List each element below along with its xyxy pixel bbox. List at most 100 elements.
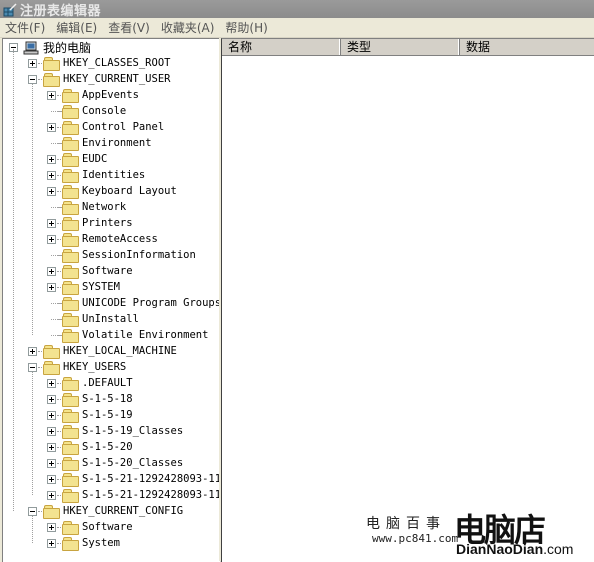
tree-connector-line bbox=[57, 446, 61, 448]
tree-node-label: UnInstall bbox=[82, 313, 139, 325]
menu-file[interactable]: 文件(F) bbox=[0, 19, 51, 36]
expand-toggle[interactable] bbox=[47, 442, 56, 452]
menu-help[interactable]: 帮助(H) bbox=[220, 19, 273, 36]
tree-node[interactable]: SYSTEM bbox=[47, 279, 120, 295]
folder-icon bbox=[62, 520, 79, 535]
tree-node[interactable]: S-1-5-18 bbox=[47, 391, 133, 407]
expand-toggle[interactable] bbox=[47, 394, 56, 404]
expand-toggle[interactable] bbox=[47, 122, 56, 132]
tree-connector-line bbox=[57, 286, 61, 288]
tree-node[interactable]: AppEvents bbox=[47, 87, 139, 103]
expand-toggle[interactable] bbox=[47, 490, 56, 500]
tree-node[interactable]: Network bbox=[47, 199, 126, 215]
expand-toggle[interactable] bbox=[47, 378, 56, 388]
tree-node[interactable]: S-1-5-19 bbox=[47, 407, 133, 423]
folder-icon bbox=[62, 216, 79, 231]
tree-node[interactable]: Console bbox=[47, 103, 126, 119]
tree-node[interactable]: Software bbox=[47, 519, 133, 535]
column-header-type[interactable]: 类型 bbox=[341, 39, 460, 55]
tree-node[interactable]: RemoteAccess bbox=[47, 231, 158, 247]
tree-node[interactable]: Identities bbox=[47, 167, 145, 183]
expand-toggle[interactable] bbox=[47, 266, 56, 276]
expand-toggle[interactable] bbox=[47, 154, 56, 164]
expand-toggle[interactable] bbox=[47, 458, 56, 468]
expand-toggle[interactable] bbox=[47, 538, 56, 548]
collapse-toggle[interactable] bbox=[28, 506, 37, 516]
tree-node[interactable]: S-1-5-21-1292428093-11 bbox=[47, 487, 220, 503]
folder-icon bbox=[62, 408, 79, 423]
expand-toggle[interactable] bbox=[47, 234, 56, 244]
menu-favorites[interactable]: 收藏夹(A) bbox=[156, 19, 221, 36]
tree-node-label: S-1-5-20 bbox=[82, 441, 133, 453]
expand-toggle[interactable] bbox=[47, 186, 56, 196]
tree-node[interactable]: S-1-5-19_Classes bbox=[47, 423, 183, 439]
expand-toggle[interactable] bbox=[47, 410, 56, 420]
list-header: 名称 类型 数据 bbox=[222, 39, 594, 56]
tree-node[interactable]: S-1-5-20_Classes bbox=[47, 455, 183, 471]
tree-connector-line bbox=[57, 398, 61, 400]
registry-tree[interactable]: 我的电脑 HKEY_CLASSES_ROOT HKEY_CURRENT_USER A… bbox=[2, 38, 221, 562]
tree-node-label: System bbox=[82, 537, 120, 549]
tree-connector-line bbox=[57, 238, 61, 240]
tree-connector-line bbox=[57, 110, 61, 112]
tree-node[interactable]: UnInstall bbox=[47, 311, 139, 327]
expand-toggle[interactable] bbox=[47, 170, 56, 180]
expand-toggle[interactable] bbox=[47, 218, 56, 228]
collapse-toggle[interactable] bbox=[28, 74, 37, 84]
tree-node[interactable]: Printers bbox=[47, 215, 133, 231]
tree-connector-line bbox=[38, 350, 42, 352]
tree-node-label: Software bbox=[82, 521, 133, 533]
expand-toggle[interactable] bbox=[28, 346, 37, 356]
folder-icon bbox=[43, 56, 60, 71]
tree-node[interactable]: S-1-5-21-1292428093-11 bbox=[47, 471, 220, 487]
folder-icon bbox=[62, 392, 79, 407]
expand-toggle[interactable] bbox=[47, 426, 56, 436]
tree-node[interactable]: SessionInformation bbox=[47, 247, 196, 263]
watermark-site-url: www.pc841.com bbox=[372, 532, 459, 545]
tree-connector-line bbox=[57, 542, 61, 544]
folder-icon bbox=[62, 184, 79, 199]
tree-node[interactable]: UNICODE Program Groups bbox=[47, 295, 220, 311]
collapse-toggle[interactable] bbox=[28, 362, 37, 372]
folder-icon bbox=[62, 136, 79, 151]
tree-node[interactable]: System bbox=[47, 535, 120, 551]
expand-toggle[interactable] bbox=[47, 522, 56, 532]
tree-node-label: Console bbox=[82, 105, 127, 117]
folder-icon bbox=[62, 536, 79, 551]
tree-node-label: SYSTEM bbox=[82, 281, 120, 293]
tree-node[interactable]: HKEY_LOCAL_MACHINE bbox=[28, 343, 177, 359]
tree-root-my-computer[interactable]: 我的电脑 bbox=[9, 39, 91, 55]
tree-node[interactable]: Environment bbox=[47, 135, 152, 151]
tree-node[interactable]: S-1-5-20 bbox=[47, 439, 133, 455]
menu-edit[interactable]: 编辑(E) bbox=[51, 19, 103, 36]
tree-connector-line bbox=[57, 206, 61, 208]
tree-connector-line bbox=[57, 302, 61, 304]
tree-node[interactable]: HKEY_CURRENT_USER bbox=[28, 71, 170, 87]
expand-toggle[interactable] bbox=[47, 282, 56, 292]
tree-node[interactable]: HKEY_CURRENT_CONFIG bbox=[28, 503, 183, 519]
expand-toggle[interactable] bbox=[47, 90, 56, 100]
tree-node[interactable]: EUDC bbox=[47, 151, 107, 167]
tree-node[interactable]: HKEY_CLASSES_ROOT bbox=[28, 55, 170, 71]
window-title: 注册表编辑器 bbox=[20, 3, 102, 19]
tree-node[interactable]: .DEFAULT bbox=[47, 375, 133, 391]
tree-node[interactable]: HKEY_USERS bbox=[28, 359, 126, 375]
column-header-data[interactable]: 数据 bbox=[460, 39, 594, 55]
tree-node[interactable]: Control Panel bbox=[47, 119, 164, 135]
value-list[interactable]: 名称 类型 数据 bbox=[221, 38, 594, 562]
expand-toggle[interactable] bbox=[28, 58, 37, 68]
folder-icon bbox=[62, 168, 79, 183]
tree-node[interactable]: Keyboard Layout bbox=[47, 183, 177, 199]
tree-node-label: HKEY_CURRENT_USER bbox=[63, 73, 171, 85]
tree-node[interactable]: Volatile Environment bbox=[47, 327, 208, 343]
menu-view[interactable]: 查看(V) bbox=[103, 19, 156, 36]
folder-icon bbox=[62, 488, 79, 503]
tree-connector-line bbox=[57, 126, 61, 128]
column-header-name[interactable]: 名称 bbox=[222, 39, 341, 55]
watermark-site-name: 电脑百事 bbox=[366, 516, 446, 532]
tree-connector-line bbox=[38, 510, 42, 512]
folder-icon bbox=[62, 440, 79, 455]
expand-toggle[interactable] bbox=[47, 474, 56, 484]
tree-connector-line bbox=[57, 430, 61, 432]
tree-node[interactable]: Software bbox=[47, 263, 133, 279]
